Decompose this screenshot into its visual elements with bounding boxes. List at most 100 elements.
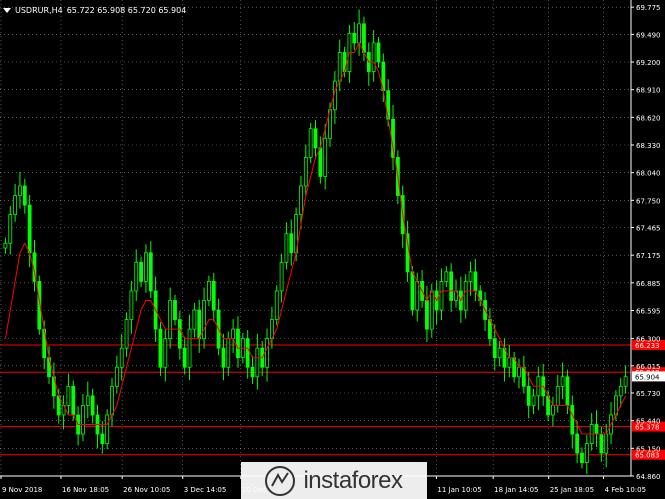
candle-body (110, 385, 114, 416)
time-tick-label: 18 Jan 14:05 (494, 486, 538, 494)
candle-body (187, 328, 192, 368)
dropdown-triangle-icon[interactable] (3, 7, 11, 13)
price-tick-label: 65.440 (636, 418, 661, 426)
candle-body (449, 271, 454, 301)
candle-body (507, 357, 512, 368)
candle-body (119, 347, 124, 368)
candle-body (362, 23, 366, 53)
candle-body (308, 128, 313, 158)
candle-body (197, 309, 202, 340)
candle-body (410, 271, 415, 311)
candle-body (303, 156, 308, 187)
price-tick-label: 66.300 (636, 336, 661, 344)
watermark-text: instaforex (303, 466, 403, 494)
candle-body (274, 290, 279, 320)
candle-body (473, 271, 478, 292)
candle-body (376, 42, 381, 63)
candle-body (226, 338, 231, 368)
candle-body (134, 261, 139, 292)
time-tick-label: 4 Feb 10:05 (605, 486, 646, 494)
price-tick-label: 68.620 (636, 114, 661, 122)
candle-body (221, 347, 226, 368)
price-tick-label: 66.015 (636, 363, 661, 371)
candle-body (265, 338, 269, 368)
candle-body (618, 385, 623, 397)
candle-body (357, 23, 362, 44)
candle-body (207, 281, 211, 301)
candle-body (148, 252, 153, 292)
candle-body (163, 338, 168, 368)
candle-body (173, 300, 177, 320)
candle-body (463, 281, 468, 311)
candle-body (526, 385, 531, 406)
time-tick-label: 25 Jan 18:05 (550, 486, 594, 494)
candle-body (13, 195, 18, 216)
candle-body (81, 405, 85, 435)
candle-body (202, 300, 206, 340)
candle-body (594, 424, 599, 435)
price-tick-label: 67.175 (636, 252, 661, 260)
chart-title-bar: USDRUR,H4 65.722 65.908 65.720 65.904 (3, 3, 186, 17)
candle-body (22, 185, 27, 206)
candle-body (139, 261, 143, 282)
candle-body (177, 319, 182, 349)
candle-body (250, 366, 255, 378)
candle-body (66, 385, 71, 406)
instaforex-logo-icon (265, 465, 296, 496)
candle-body (85, 395, 90, 406)
candle-body (105, 414, 110, 444)
candle-body (604, 433, 609, 454)
price-tick-label: 67.750 (636, 197, 661, 205)
candle-body (144, 252, 148, 282)
watermark: instaforex (241, 462, 427, 499)
candle-body (182, 347, 187, 368)
price-tick-label: 69.490 (636, 31, 661, 39)
price-tick-label: 68.040 (636, 170, 661, 178)
price-tick-label: 68.910 (636, 87, 661, 95)
price-tick-label: 65.150 (636, 445, 661, 453)
time-tick-label: 9 Nov 2018 (2, 486, 42, 494)
time-tick-label: 11 Jan 10:05 (437, 486, 481, 494)
candle-body (8, 214, 13, 244)
candle-body (231, 328, 236, 340)
candle-body (299, 185, 303, 216)
candle-body (289, 233, 294, 254)
price-tick-label: 69.200 (636, 59, 661, 67)
price-tick-label: 65.730 (636, 390, 661, 398)
candle-body (551, 405, 555, 416)
candle-body (27, 204, 32, 254)
candle-body (468, 271, 473, 282)
candle-body (352, 32, 357, 44)
candle-body (492, 338, 497, 359)
candle-body (318, 147, 323, 177)
candle-body (90, 395, 95, 416)
price-chart[interactable]: 66.23365.94865.37865.083 69.77569.49069.… (0, 0, 665, 499)
candle-body (245, 338, 250, 368)
candle-body (323, 137, 328, 177)
candle-body (584, 443, 589, 464)
candle-body (425, 300, 429, 330)
candle-body (129, 290, 134, 320)
candle-body (18, 185, 22, 196)
time-tick-label: 26 Nov 10:05 (123, 486, 170, 494)
candle-body (3, 242, 8, 249)
current-price-label: 65.904 (635, 373, 660, 381)
candle-body (192, 309, 197, 330)
candle-body (531, 395, 536, 406)
candle-body (565, 376, 570, 406)
symbol-label: USDRUR,H4 (15, 5, 63, 15)
candle-body (284, 233, 289, 263)
candle-body (599, 433, 604, 454)
candle-body (114, 366, 119, 387)
ohlc-values: 65.722 65.908 65.720 65.904 (66, 5, 187, 15)
candle-body (580, 452, 584, 464)
price-tick-label: 66.595 (636, 307, 661, 315)
candle-body (517, 366, 521, 378)
time-tick-label: 16 Nov 18:05 (62, 486, 109, 494)
candle-body (497, 347, 502, 359)
price-tick-label: 66.885 (636, 280, 661, 288)
candle-body (560, 376, 565, 387)
candle-body (124, 319, 129, 349)
time-tick-label: 3 Dec 14:05 (184, 486, 227, 494)
price-tick-label: 67.465 (636, 225, 661, 233)
